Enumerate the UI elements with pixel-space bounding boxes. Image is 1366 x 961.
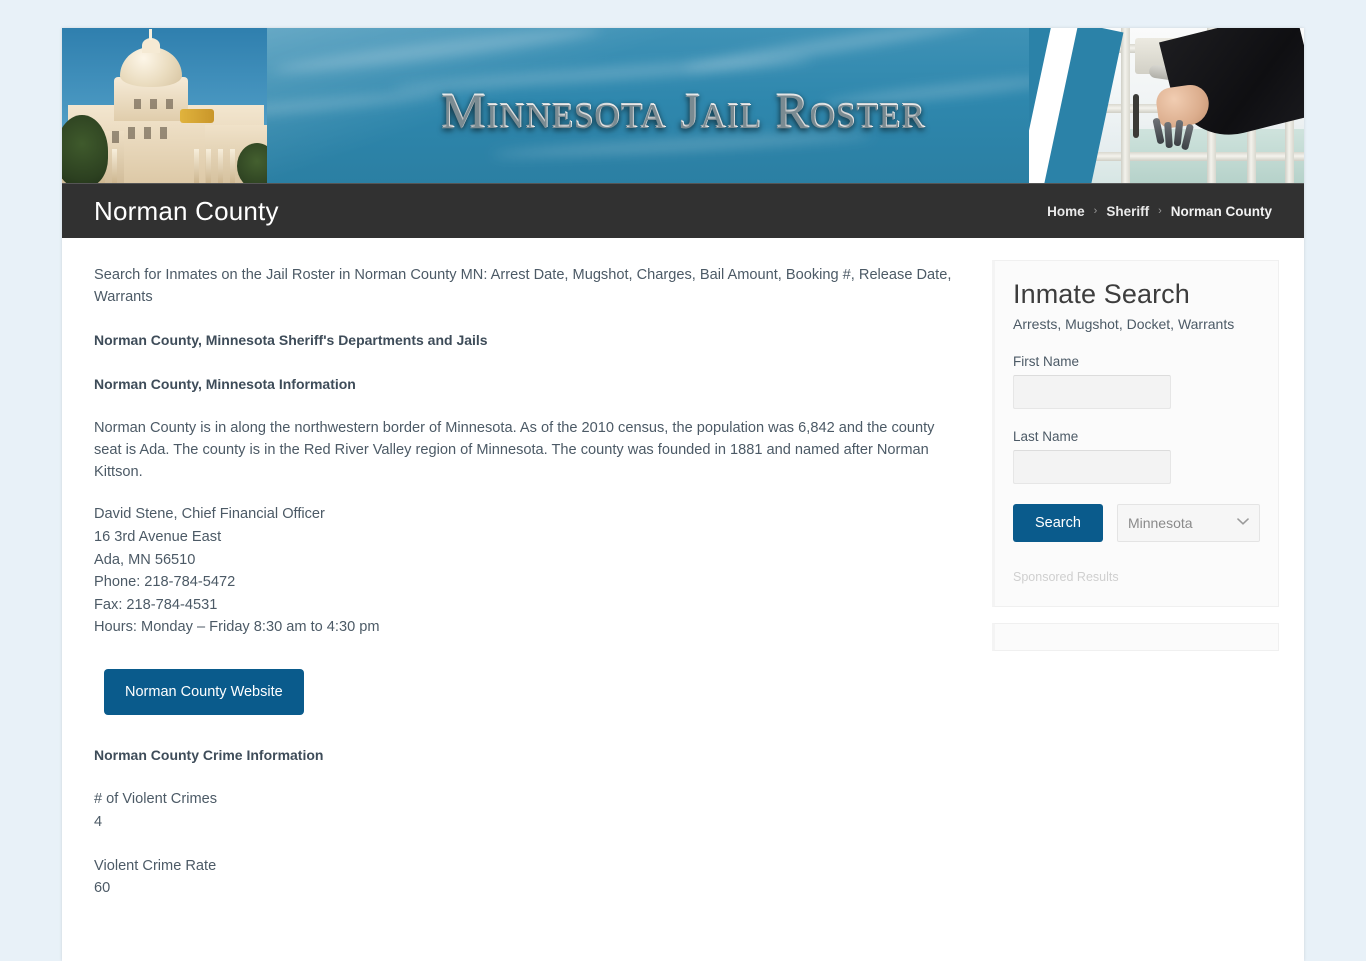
capitol-spire: [149, 29, 152, 40]
breadcrumb-item-current: Norman County: [1170, 203, 1272, 219]
search-button[interactable]: Search: [1013, 504, 1103, 542]
capitol-lantern: [142, 38, 160, 53]
capitol-building-image: [62, 28, 267, 183]
capitol-column: [112, 149, 117, 183]
first-name-label: First Name: [1013, 354, 1080, 369]
heading-county-information: Norman County, Minnesota Information: [94, 375, 356, 392]
key-ring: [1152, 114, 1197, 156]
inmate-search-widget: Inmate Search Arrests, Mugshot, Docket, …: [992, 260, 1279, 607]
key: [1164, 121, 1173, 149]
chevron-right-icon: ›: [1158, 205, 1162, 217]
state-select-value: Minnesota: [1127, 515, 1193, 531]
first-name-input[interactable]: [1013, 375, 1171, 409]
contact-officer: David Stene, Chief Financial Officer: [94, 506, 325, 523]
page-header-bar: Norman County Home › Sheriff › Norman Co…: [62, 183, 1304, 238]
intro-paragraph: Search for Inmates on the Jail Roster in…: [94, 267, 952, 306]
heading-departments-jails: Norman County, Minnesota Sheriff's Depar…: [94, 332, 488, 349]
chevron-right-icon: ›: [1093, 205, 1098, 217]
stat-violent-crimes: # of Violent Crimes 4: [94, 788, 960, 832]
capitol-dome-window: [150, 99, 157, 109]
capitol-window: [160, 127, 167, 139]
capitol-window: [144, 127, 151, 139]
page-title: Norman County: [94, 195, 279, 226]
sponsored-results-label: Sponsored Results: [1013, 570, 1119, 584]
stat-label: # of Violent Crimes: [94, 791, 218, 808]
inmate-search-subtitle: Arrests, Mugshot, Docket, Warrants: [1013, 316, 1235, 332]
contact-fax: Fax: 218-784-4531: [94, 596, 218, 613]
capitol-column: [218, 149, 223, 183]
last-name-input[interactable]: [1013, 450, 1171, 484]
secondary-sidebar-widget: [992, 623, 1279, 651]
sidebar: Inmate Search Arrests, Mugshot, Docket, …: [992, 238, 1304, 667]
stat-violent-crime-rate: Violent Crime Rate 60: [94, 855, 960, 899]
capitol-column: [194, 149, 199, 183]
jail-bar-vertical: [1121, 28, 1130, 183]
stat-value: 60: [94, 879, 111, 896]
contact-street: 16 3rd Avenue East: [94, 529, 222, 545]
capitol-window: [112, 131, 119, 143]
capitol-dome-window: [166, 99, 173, 109]
capitol-dome-window: [134, 99, 141, 109]
content-row: Search for Inmates on the Jail Roster in…: [62, 238, 1304, 961]
contact-city: Ada, MN 56510: [94, 551, 196, 568]
capitol-quadriga-statue: [180, 109, 214, 123]
jail-door-image: [1029, 28, 1304, 183]
inmate-search-title: Inmate Search: [1013, 279, 1190, 309]
breadcrumb-item-sheriff[interactable]: Sheriff: [1106, 204, 1149, 219]
page-container: Minnesota Jail Roster Norman County Home…: [62, 28, 1304, 961]
main-content: Search for Inmates on the Jail Roster in…: [62, 238, 992, 961]
capitol-column: [206, 149, 211, 183]
contact-hours: Hours: Monday – Friday 8:30 am to 4:30 p…: [94, 619, 380, 636]
breadcrumb-item-home[interactable]: Home: [1047, 204, 1085, 219]
contact-block: David Stene, Chief Financial Officer 16 …: [94, 503, 960, 639]
capitol-window: [128, 127, 135, 139]
capitol-column: [230, 149, 235, 183]
jail-keyhole: [1133, 94, 1139, 138]
county-description: Norman County is in along the northweste…: [94, 419, 935, 481]
stat-label: Violent Crime Rate: [94, 857, 217, 874]
contact-phone: Phone: 218-784-5472: [94, 574, 236, 591]
key: [1152, 117, 1165, 145]
heading-crime-information: Norman County Crime Information: [94, 747, 324, 764]
state-select[interactable]: Minnesota: [1116, 504, 1260, 542]
stat-value: 4: [94, 813, 103, 830]
county-website-button[interactable]: Norman County Website: [104, 669, 304, 716]
site-banner: Minnesota Jail Roster: [62, 28, 1304, 183]
key: [1180, 123, 1195, 151]
search-controls-row: Search Minnesota: [1013, 504, 1260, 542]
chevron-down-icon: [1237, 515, 1249, 529]
last-name-label: Last Name: [1013, 429, 1079, 444]
breadcrumb: Home › Sheriff › Norman County: [1047, 204, 1272, 219]
